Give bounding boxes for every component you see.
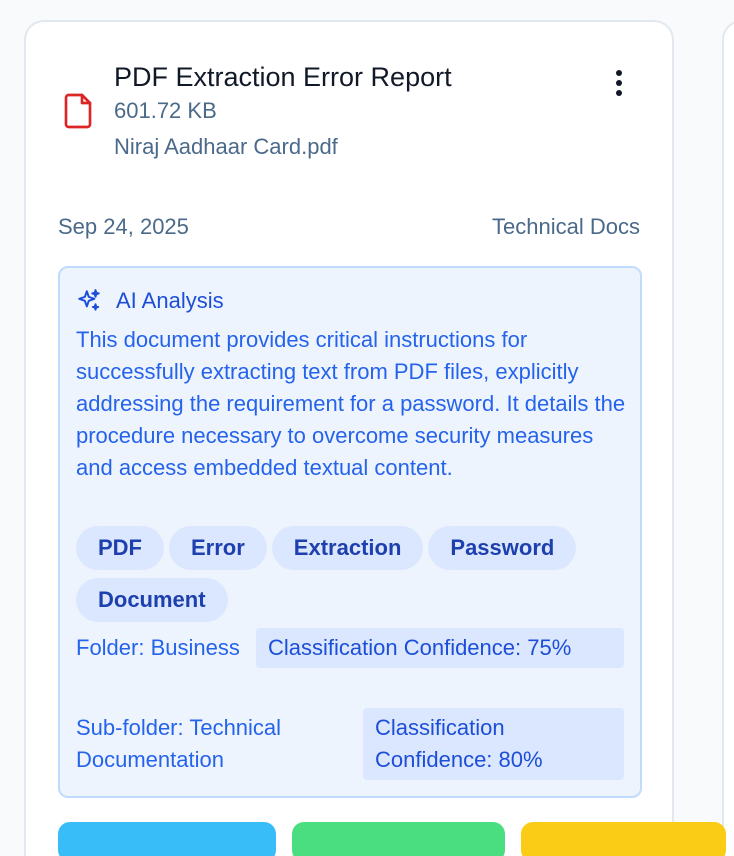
action-button-blue[interactable] (58, 822, 276, 856)
file-name: Niraj Aadhaar Card.pdf (114, 134, 338, 159)
more-options-button[interactable] (604, 66, 636, 102)
sparkles-icon (78, 289, 100, 311)
tag-list: PDF Error Extraction Password Document (76, 526, 636, 630)
tag-error[interactable]: Error (169, 526, 267, 570)
upload-date: Sep 24, 2025 (58, 214, 189, 239)
document-title: PDF Extraction Error Report (114, 62, 452, 92)
subfolder-confidence-badge: Classification Confidence: 80% (363, 708, 624, 780)
document-card[interactable]: PDF Extraction Error Report 601.72 KB Ni… (24, 20, 674, 856)
ai-analysis-panel: AI Analysis This document provides criti… (58, 266, 642, 798)
folder-label: Folder: Business (76, 635, 240, 660)
tag-pdf[interactable]: PDF (76, 526, 164, 570)
more-vertical-icon (616, 70, 622, 76)
action-button-yellow[interactable] (521, 822, 726, 856)
tag-document[interactable]: Document (76, 578, 228, 622)
more-vertical-icon-dot (616, 90, 622, 96)
tag-extraction[interactable]: Extraction (271, 526, 424, 570)
more-vertical-icon-dot (616, 80, 622, 86)
category-label: Technical Docs (492, 214, 640, 239)
next-document-card[interactable] (722, 20, 734, 856)
page: PDF Extraction Error Report 601.72 KB Ni… (0, 0, 734, 856)
action-button-green[interactable] (292, 822, 505, 856)
file-size: 601.72 KB (114, 98, 217, 123)
ai-analysis-title: AI Analysis (116, 288, 224, 313)
subfolder-label: Sub-folder: Technical Documentation (76, 715, 282, 772)
ai-analysis-summary: This document provides critical instruct… (76, 327, 626, 480)
tag-password[interactable]: Password (428, 526, 577, 570)
folder-confidence-badge: Classification Confidence: 75% (256, 628, 624, 668)
file-icon (64, 93, 92, 129)
